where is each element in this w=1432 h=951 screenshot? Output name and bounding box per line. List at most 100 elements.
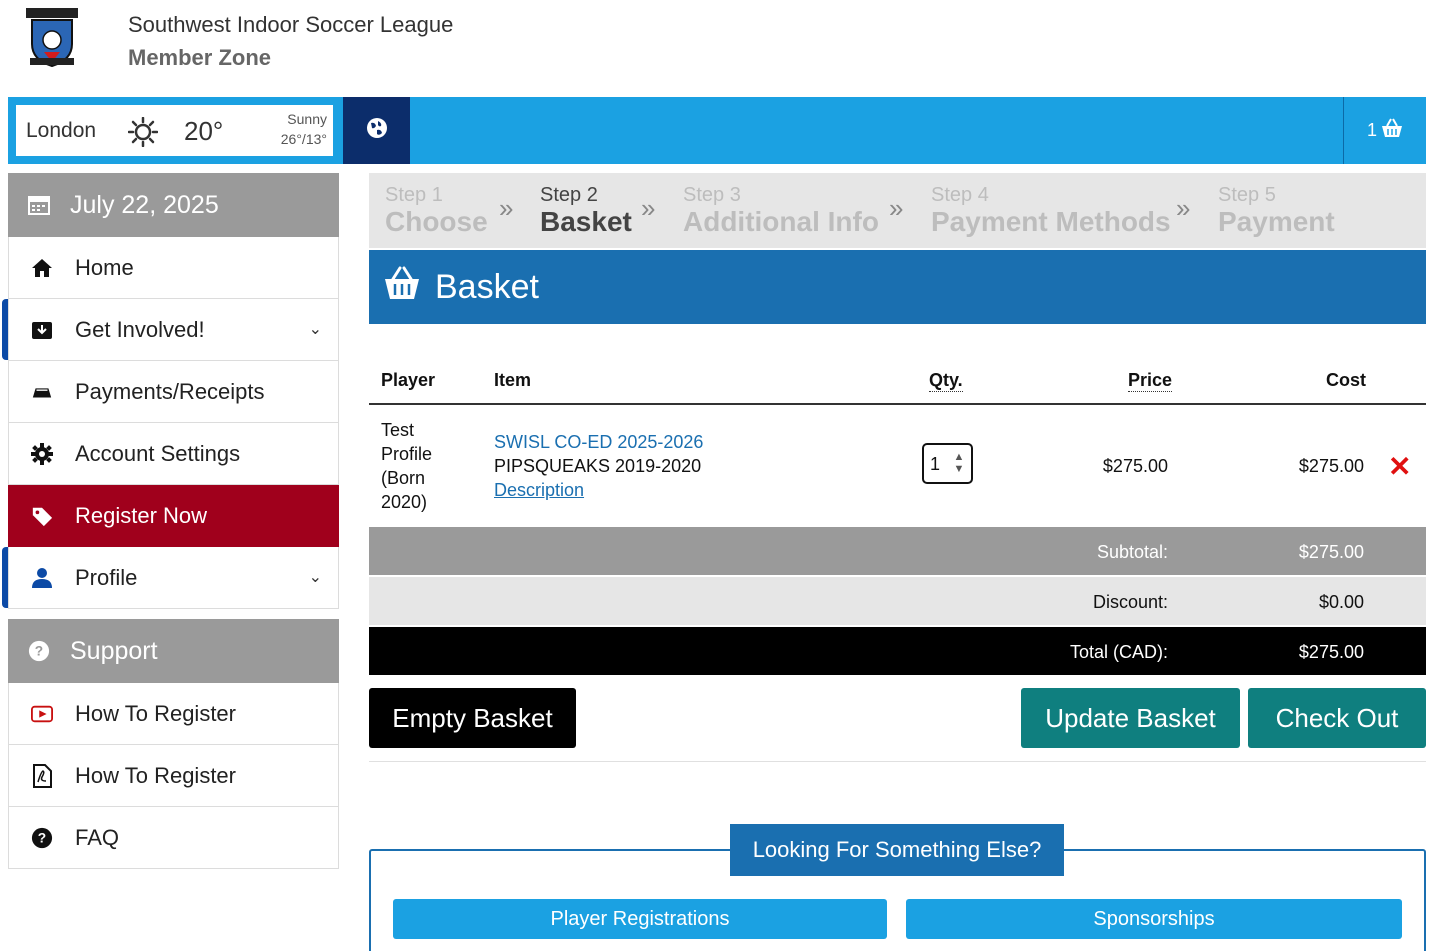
- sidebar-item-label: Register Now: [75, 502, 208, 528]
- weather-condition: Sunny: [287, 111, 327, 127]
- step-basket: Step 2 Basket: [540, 183, 632, 237]
- sidebar-item-payments[interactable]: Payments/Receipts: [8, 361, 339, 423]
- sidebar-item-label: Payments/Receipts: [75, 378, 265, 404]
- discount-row: Discount: $0.00: [369, 577, 1426, 625]
- chevron-down-icon: ⌄: [308, 569, 322, 586]
- language-button[interactable]: [343, 97, 410, 164]
- step-number: Step 3: [683, 184, 741, 206]
- total-value: $275.00: [1298, 642, 1364, 662]
- discount-value: $0.00: [1318, 592, 1364, 612]
- user-icon: [31, 567, 53, 589]
- basket-title: Basket: [435, 267, 539, 306]
- step-additional-info: Step 3 Additional Info: [683, 183, 879, 237]
- sidebar-item-label: How To Register: [75, 700, 236, 726]
- step-payment-methods: Step 4 Payment Methods: [931, 183, 1171, 237]
- subtotal-value: $275.00: [1298, 542, 1364, 562]
- step-name: Payment: [1218, 206, 1335, 237]
- step-separator-icon: »: [499, 193, 514, 223]
- row-player: Test Profile (Born 2020): [381, 420, 433, 512]
- sidebar: July 22, 2025 Home Get Involved! ⌄ Payme…: [2, 173, 339, 869]
- support-header: ? Support: [8, 619, 339, 683]
- support-title: Support: [70, 636, 158, 665]
- step-choose[interactable]: Step 1 Choose: [385, 183, 488, 237]
- gear-icon: [31, 442, 53, 465]
- sponsorships-button[interactable]: Sponsorships: [906, 899, 1402, 939]
- sidebar-item-profile[interactable]: Profile ⌄: [2, 547, 339, 609]
- weather-temperature: 20°: [184, 116, 224, 146]
- step-number: Step 5: [1218, 184, 1276, 206]
- top-navigation-bar: London 20° Sunny 26°/13° 1: [8, 97, 1426, 164]
- sidebar-date-label: July 22, 2025: [70, 190, 219, 219]
- basket-icon: [383, 266, 421, 309]
- step-name: Basket: [540, 206, 632, 237]
- description-link[interactable]: Description: [494, 478, 703, 502]
- help-circle-icon: ?: [28, 640, 50, 662]
- step-number: Step 2: [540, 184, 598, 206]
- section-divider: [369, 761, 1426, 762]
- cart-count: 1: [1366, 120, 1377, 140]
- sidebar-date: July 22, 2025: [8, 173, 339, 237]
- item-link[interactable]: SWISL CO-ED 2025-2026: [494, 430, 703, 454]
- step-name: Additional Info: [683, 206, 879, 237]
- player-registrations-button[interactable]: Player Registrations: [393, 899, 887, 939]
- looking-for-title: Looking For Something Else?: [730, 824, 1064, 876]
- check-out-button[interactable]: Check Out: [1248, 688, 1426, 748]
- total-label: Total (CAD):: [1069, 642, 1168, 662]
- sidebar-item-label: Get Involved!: [75, 316, 205, 342]
- basket-icon: [1381, 118, 1403, 143]
- sidebar-item-label: FAQ: [75, 824, 120, 850]
- site-subtitle: Member Zone: [128, 45, 272, 70]
- sidebar-item-label: Profile: [75, 564, 138, 590]
- weather-widget: London 20° Sunny 26°/13°: [16, 105, 333, 156]
- step-name: Choose: [385, 206, 488, 237]
- sidebar-item-register-now[interactable]: Register Now: [8, 485, 339, 547]
- quantity-value: 1: [930, 454, 941, 474]
- sidebar-item-account-settings[interactable]: Account Settings: [8, 423, 339, 485]
- row-cost: $275.00: [1298, 456, 1364, 476]
- quantity-stepper[interactable]: 1 ▲ ▼: [922, 443, 973, 484]
- weather-range: 26°/13°: [280, 131, 327, 147]
- step-number: Step 4: [931, 184, 989, 206]
- svg-text:?: ?: [38, 830, 46, 845]
- sidebar-item-faq[interactable]: ? FAQ: [8, 807, 339, 869]
- sun-icon: [127, 116, 159, 148]
- remove-item-icon[interactable]: ✕: [1388, 450, 1411, 483]
- table-header-divider: [369, 403, 1426, 405]
- sidebar-item-how-to-register-video[interactable]: How To Register: [8, 683, 339, 745]
- subtotal-row: Subtotal: $275.00: [369, 527, 1426, 575]
- sidebar-item-label: How To Register: [75, 762, 236, 788]
- update-basket-button[interactable]: Update Basket: [1021, 688, 1240, 748]
- question-icon: ?: [31, 827, 53, 849]
- basket-header: Basket: [369, 250, 1426, 324]
- league-logo[interactable]: [22, 6, 82, 70]
- svg-text:?: ?: [35, 644, 43, 659]
- cart-button[interactable]: 1: [1343, 97, 1426, 164]
- column-header-price: Price: [1128, 370, 1173, 392]
- money-icon: [31, 381, 53, 403]
- discount-label: Discount:: [1092, 592, 1168, 612]
- weather-city: London: [26, 119, 97, 142]
- sidebar-item-how-to-register-pdf[interactable]: How To Register: [8, 745, 339, 807]
- sidebar-item-label: Account Settings: [75, 440, 241, 466]
- site-title: Southwest Indoor Soccer League: [128, 12, 454, 37]
- checkout-steps: Step 1 Choose » Step 2 Basket » Step 3 A…: [369, 173, 1426, 248]
- row-price: $275.00: [1102, 456, 1168, 476]
- sidebar-item-home[interactable]: Home: [8, 237, 339, 299]
- empty-basket-button[interactable]: Empty Basket: [369, 688, 576, 748]
- pdf-icon: [31, 763, 53, 788]
- calendar-icon: [28, 194, 50, 216]
- sidebar-item-label: Home: [75, 254, 134, 280]
- row-item: SWISL CO-ED 2025-2026 PIPSQUEAKS 2019-20…: [494, 430, 703, 502]
- step-number: Step 1: [385, 184, 443, 206]
- step-name: Payment Methods: [931, 206, 1171, 237]
- chevron-down-icon: ⌄: [308, 321, 322, 338]
- globe-icon: [366, 117, 388, 144]
- spinner-icon[interactable]: ▲ ▼: [953, 451, 965, 475]
- home-icon: [31, 257, 53, 279]
- step-separator-icon: »: [641, 193, 656, 223]
- column-header-cost: Cost: [1326, 370, 1366, 390]
- column-header-qty: Qty.: [929, 370, 963, 392]
- sidebar-item-get-involved[interactable]: Get Involved! ⌄: [2, 299, 339, 361]
- column-header-player: Player: [381, 370, 436, 390]
- tag-icon: [31, 505, 53, 527]
